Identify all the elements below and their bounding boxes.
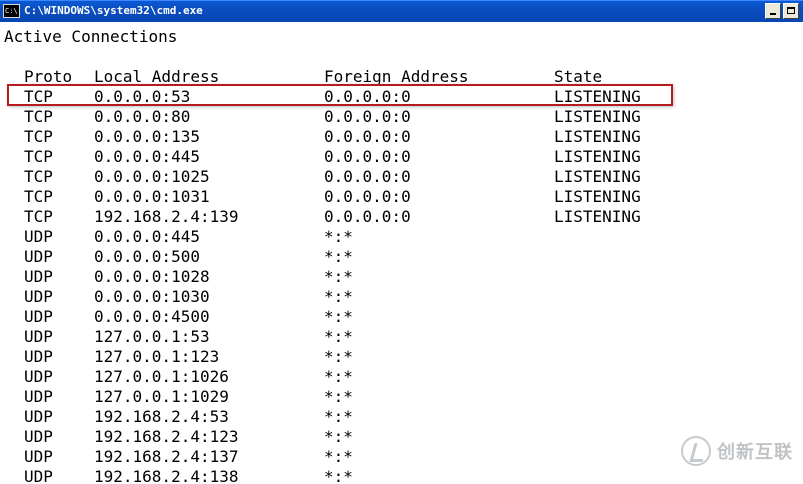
watermark-logo-icon	[681, 436, 711, 466]
cell-proto: UDP	[24, 267, 53, 286]
cell-state: LISTENING	[554, 167, 641, 186]
cell-local-address: 127.0.0.1:1026	[94, 367, 229, 386]
cell-local-address: 127.0.0.1:1029	[94, 387, 229, 406]
minimize-button[interactable]	[765, 3, 781, 19]
cell-local-address: 192.168.2.4:53	[94, 407, 229, 426]
highlight-box	[7, 84, 673, 106]
cell-foreign-address: *:*	[324, 467, 353, 484]
cell-foreign-address: 0.0.0.0:0	[324, 187, 411, 206]
table-row: UDP 0.0.0.0:500 *:*	[0, 247, 803, 267]
console-heading: Active Connections	[4, 27, 178, 46]
cell-local-address: 0.0.0.0:445	[94, 227, 200, 246]
cell-state: LISTENING	[554, 127, 641, 146]
cell-proto: TCP	[24, 207, 53, 226]
cell-foreign-address: *:*	[324, 407, 353, 426]
table-row: UDP 0.0.0.0:1030 *:*	[0, 287, 803, 307]
cell-proto: TCP	[24, 127, 53, 146]
cell-state: LISTENING	[554, 207, 641, 226]
cell-proto: TCP	[24, 147, 53, 166]
console-output[interactable]: Active Connections Proto Local Address F…	[0, 22, 803, 484]
cell-foreign-address: *:*	[324, 447, 353, 466]
table-row: UDP 127.0.0.1:123 *:*	[0, 347, 803, 367]
cmd-icon[interactable]: C:\	[3, 4, 20, 18]
table-row: UDP 0.0.0.0:445 *:*	[0, 227, 803, 247]
cell-local-address: 192.168.2.4:137	[94, 447, 239, 466]
cell-proto: UDP	[24, 367, 53, 386]
cell-proto: UDP	[24, 407, 53, 426]
cell-foreign-address: *:*	[324, 307, 353, 326]
cell-proto: UDP	[24, 347, 53, 366]
cell-state: LISTENING	[554, 147, 641, 166]
cell-proto: UDP	[24, 447, 53, 466]
cell-foreign-address: *:*	[324, 287, 353, 306]
cell-local-address: 0.0.0.0:80	[94, 107, 191, 126]
table-row: UDP 127.0.0.1:53 *:*	[0, 327, 803, 347]
cell-foreign-address: *:*	[324, 267, 353, 286]
cell-proto: UDP	[24, 307, 53, 326]
cell-local-address: 127.0.0.1:123	[94, 347, 220, 366]
cell-proto: TCP	[24, 187, 53, 206]
table-row: TCP 192.168.2.4:139 0.0.0.0:0 LISTENING	[0, 207, 803, 227]
cell-foreign-address: *:*	[324, 387, 353, 406]
cell-local-address: 0.0.0.0:1031	[94, 187, 210, 206]
table-row: TCP 0.0.0.0:135 0.0.0.0:0 LISTENING	[0, 127, 803, 147]
cell-foreign-address: *:*	[324, 347, 353, 366]
minimize-icon	[770, 13, 776, 15]
cell-foreign-address: *:*	[324, 427, 353, 446]
cell-local-address: 192.168.2.4:139	[94, 207, 239, 226]
cell-proto: UDP	[24, 327, 53, 346]
table-row: UDP 127.0.0.1:1029 *:*	[0, 387, 803, 407]
cell-proto: UDP	[24, 227, 53, 246]
title-bar[interactable]: C:\ C:\WINDOWS\system32\cmd.exe	[0, 0, 803, 22]
window-controls	[765, 3, 799, 19]
cell-local-address: 0.0.0.0:445	[94, 147, 200, 166]
cmd-window: C:\ C:\WINDOWS\system32\cmd.exe Active C…	[0, 0, 803, 484]
cell-local-address: 0.0.0.0:135	[94, 127, 200, 146]
watermark-text: 创新互联	[717, 442, 793, 463]
table-row: TCP 0.0.0.0:445 0.0.0.0:0 LISTENING	[0, 147, 803, 167]
table-row: UDP 127.0.0.1:1026 *:*	[0, 367, 803, 387]
cell-foreign-address: 0.0.0.0:0	[324, 127, 411, 146]
cell-local-address: 192.168.2.4:138	[94, 467, 239, 484]
cell-foreign-address: 0.0.0.0:0	[324, 207, 411, 226]
table-row: UDP 192.168.2.4:138 *:*	[0, 467, 803, 484]
cell-state: LISTENING	[554, 187, 641, 206]
cell-local-address: 0.0.0.0:1025	[94, 167, 210, 186]
cell-local-address: 127.0.0.1:53	[94, 327, 210, 346]
cell-proto: TCP	[24, 167, 53, 186]
table-row: TCP 0.0.0.0:80 0.0.0.0:0 LISTENING	[0, 107, 803, 127]
table-row: UDP 0.0.0.0:4500 *:*	[0, 307, 803, 327]
maximize-button[interactable]	[783, 3, 799, 19]
window-title: C:\WINDOWS\system32\cmd.exe	[24, 4, 203, 17]
cell-local-address: 192.168.2.4:123	[94, 427, 239, 446]
cell-local-address: 0.0.0.0:1028	[94, 267, 210, 286]
cell-local-address: 0.0.0.0:4500	[94, 307, 210, 326]
cell-foreign-address: *:*	[324, 367, 353, 386]
cell-proto: UDP	[24, 287, 53, 306]
cell-local-address: 0.0.0.0:500	[94, 247, 200, 266]
cell-proto: UDP	[24, 247, 53, 266]
watermark: 创新互联	[681, 436, 793, 466]
maximize-icon	[787, 7, 795, 14]
table-row: TCP 0.0.0.0:1031 0.0.0.0:0 LISTENING	[0, 187, 803, 207]
cell-foreign-address: *:*	[324, 247, 353, 266]
cell-foreign-address: *:*	[324, 327, 353, 346]
table-row: UDP 0.0.0.0:1028 *:*	[0, 267, 803, 287]
cell-foreign-address: 0.0.0.0:0	[324, 107, 411, 126]
cell-foreign-address: 0.0.0.0:0	[324, 167, 411, 186]
cell-proto: UDP	[24, 427, 53, 446]
cell-proto: UDP	[24, 387, 53, 406]
cell-proto: TCP	[24, 107, 53, 126]
cell-foreign-address: *:*	[324, 227, 353, 246]
table-row: UDP 192.168.2.4:53 *:*	[0, 407, 803, 427]
cell-state: LISTENING	[554, 107, 641, 126]
cell-local-address: 0.0.0.0:1030	[94, 287, 210, 306]
cell-proto: UDP	[24, 467, 53, 484]
table-row: TCP 0.0.0.0:1025 0.0.0.0:0 LISTENING	[0, 167, 803, 187]
cell-foreign-address: 0.0.0.0:0	[324, 147, 411, 166]
